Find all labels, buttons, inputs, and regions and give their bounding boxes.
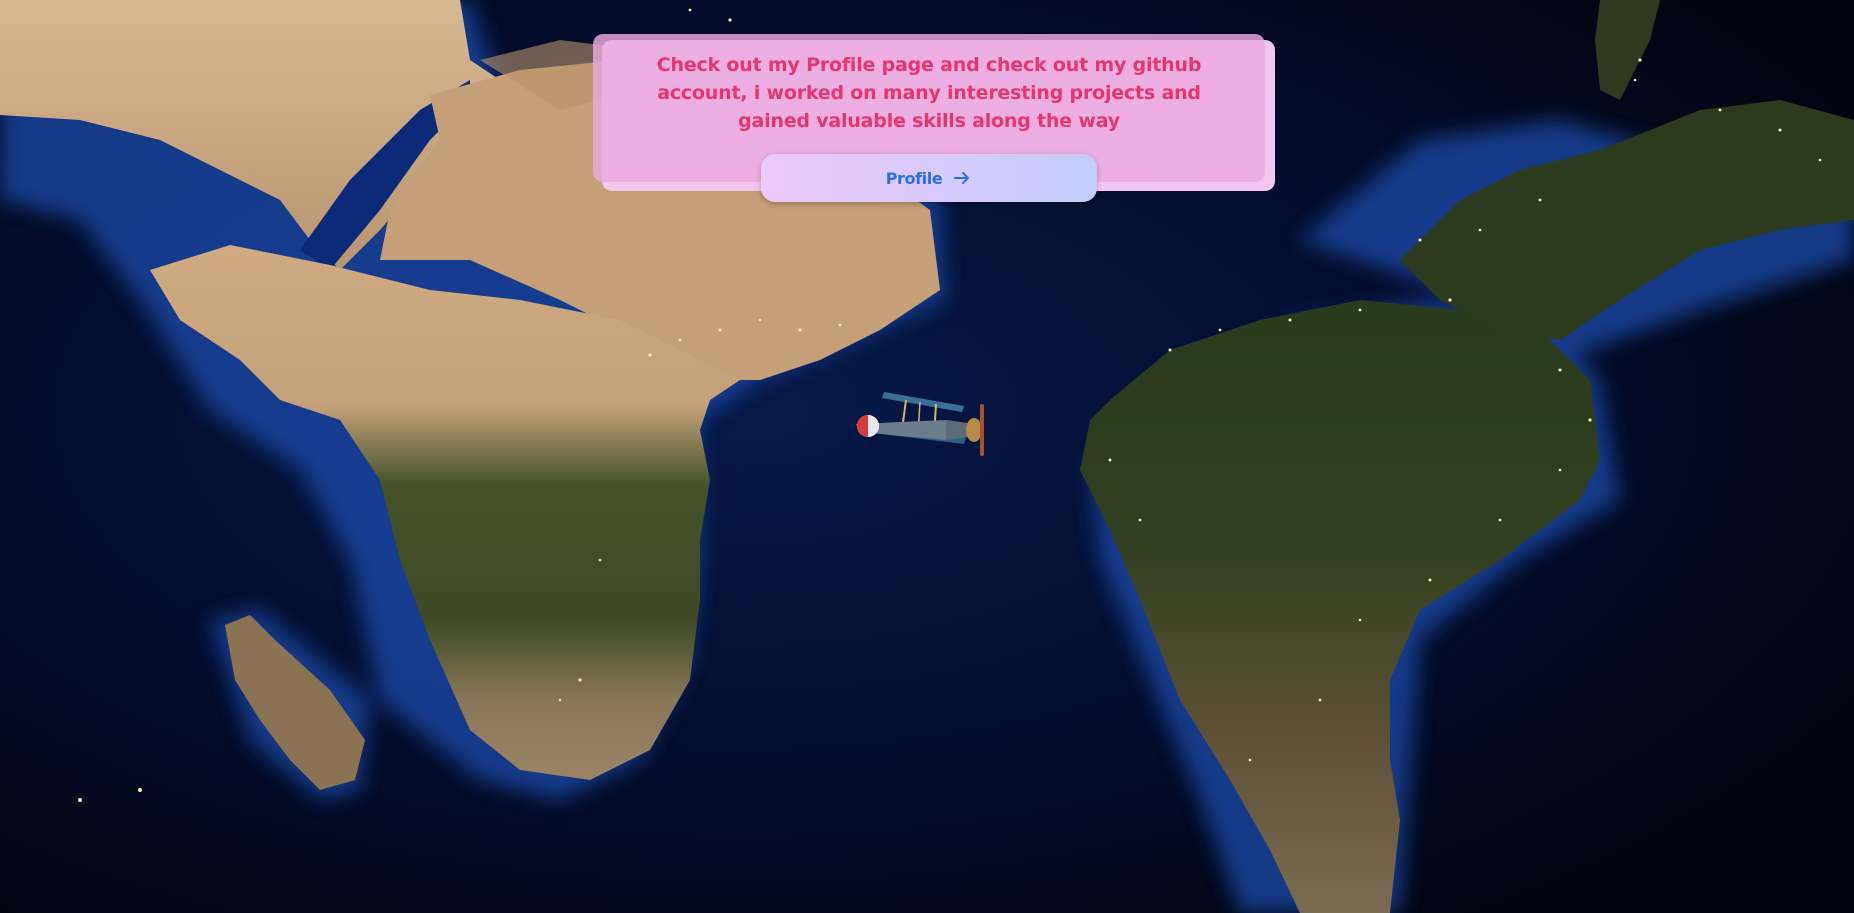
profile-button-label: Profile (885, 168, 943, 188)
card-message: Check out my Profile page and check out … (656, 54, 1202, 132)
arrow-right-icon (952, 168, 972, 188)
map-scene: Check out my Profile page and check out … (0, 0, 1854, 913)
biplane-icon (856, 392, 984, 456)
profile-button[interactable]: Profile (761, 154, 1097, 202)
